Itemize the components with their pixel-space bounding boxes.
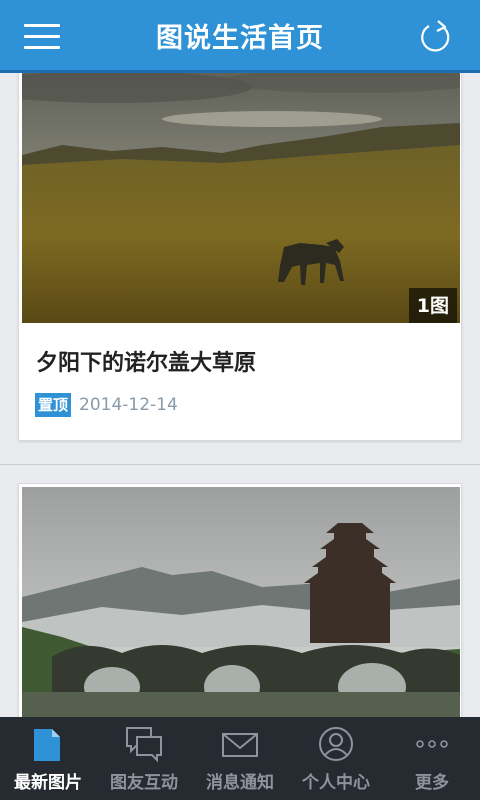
more-dots-icon xyxy=(416,740,448,748)
app-header: 图说生活首页 xyxy=(0,0,480,73)
pinned-badge: 置顶 xyxy=(35,393,72,417)
chat-bubbles-icon xyxy=(126,727,162,763)
bottom-tab-bar: 最新图片 图友互动 消息通知 个人中心 更多 xyxy=(0,717,480,800)
photo-feed[interactable]: 1图 夕阳下的诺尔盖大草原 置顶 2014-12-14 xyxy=(0,73,480,717)
tab-label: 最新图片 xyxy=(14,773,82,793)
photo-count-badge: 1图 xyxy=(408,288,457,323)
tab-label: 消息通知 xyxy=(206,773,274,793)
post-card[interactable] xyxy=(18,483,462,717)
document-icon xyxy=(34,729,60,761)
post-title[interactable]: 夕阳下的诺尔盖大草原 xyxy=(36,345,256,377)
post-date: 2014-12-14 xyxy=(79,395,178,415)
tab-label: 图友互动 xyxy=(110,773,178,793)
user-icon xyxy=(319,727,353,761)
post-card[interactable]: 1图 夕阳下的诺尔盖大草原 置顶 2014-12-14 xyxy=(18,73,462,441)
tab-photo-interaction[interactable]: 图友互动 xyxy=(96,717,192,800)
tab-notifications[interactable]: 消息通知 xyxy=(192,717,288,800)
refresh-icon[interactable] xyxy=(418,18,454,56)
tab-more[interactable]: 更多 xyxy=(384,717,480,800)
tab-personal-center[interactable]: 个人中心 xyxy=(288,717,384,800)
grassland-horse-photo[interactable]: 1图 xyxy=(22,73,460,323)
card-divider xyxy=(0,464,480,465)
envelope-icon xyxy=(222,733,258,757)
tab-label: 更多 xyxy=(415,773,449,793)
post-meta: 置顶 2014-12-14 xyxy=(35,392,178,418)
tab-label: 个人中心 xyxy=(302,773,370,793)
misty-mountain-pagoda-bridge-photo[interactable] xyxy=(22,487,460,717)
page-title: 图说生活首页 xyxy=(156,23,324,54)
tab-latest-photos[interactable]: 最新图片 xyxy=(0,717,96,800)
